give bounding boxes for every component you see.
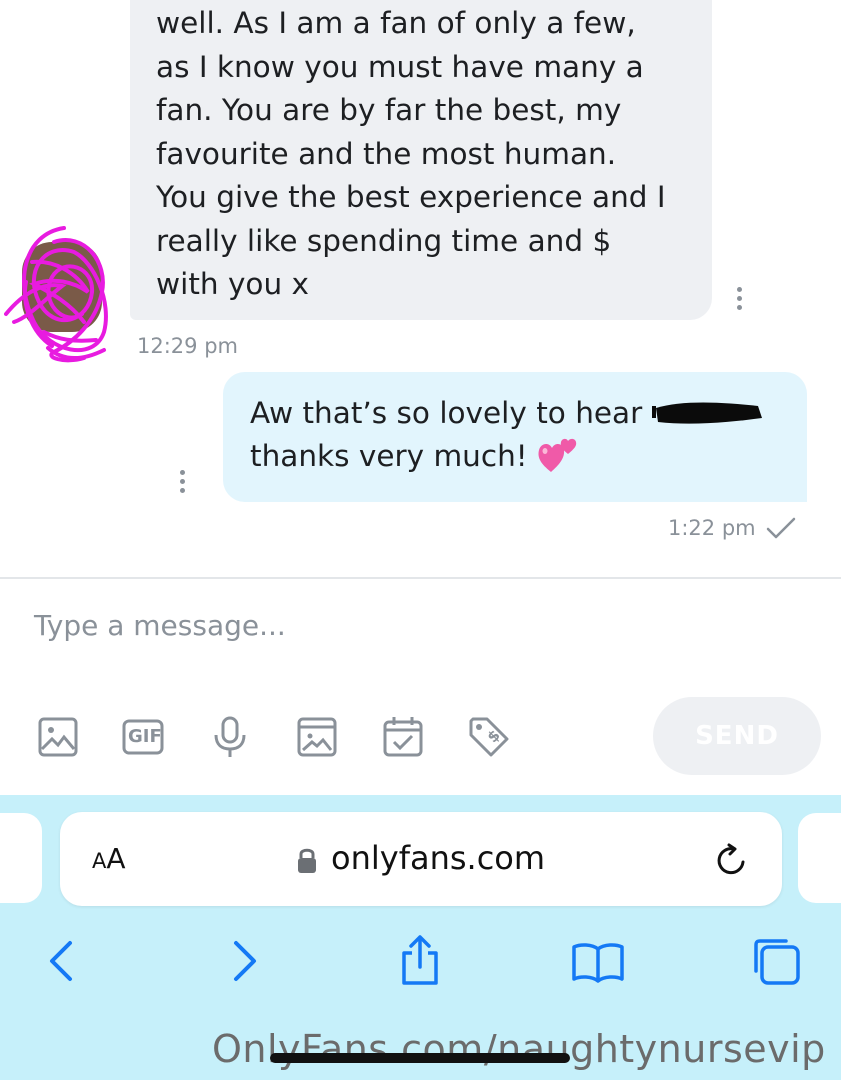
two-hearts-emoji-icon (538, 438, 577, 472)
incoming-message-line: with you x (156, 267, 310, 301)
incoming-message-line: favourite and the most human. (156, 136, 617, 171)
chat-thread: well. As I am a fan of only a few, as I … (0, 0, 841, 578)
url-text[interactable]: onlyfans.com (331, 839, 545, 877)
text-size-button[interactable]: AA (92, 842, 126, 875)
forward-icon[interactable] (216, 933, 272, 989)
vault-media-icon[interactable] (295, 715, 339, 759)
share-icon[interactable] (392, 933, 448, 989)
outgoing-message-line: thanks very much! (250, 435, 787, 478)
back-icon[interactable] (34, 933, 90, 989)
next-tab-card[interactable] (798, 813, 841, 903)
schedule-calendar-icon[interactable] (381, 715, 425, 759)
previous-tab-card[interactable] (0, 813, 42, 903)
incoming-message-time: 12:29 pm (137, 334, 238, 358)
incoming-message-bubble: well. As I am a fan of only a few, as I … (130, 0, 712, 320)
reload-icon[interactable] (714, 842, 750, 878)
address-bar[interactable]: AA onlyfans.com (60, 812, 782, 906)
watermark-text: OnlyFans.com/naughtynursevip (212, 1027, 826, 1071)
price-tag-icon[interactable]: $ (467, 715, 511, 759)
message-composer: Type a message... GIF $ SEND (0, 577, 841, 795)
gif-icon[interactable]: GIF (121, 715, 165, 759)
redaction-scribble (651, 402, 762, 424)
lock-icon (298, 848, 316, 873)
outgoing-message-meta: 1:22 pm (668, 515, 798, 541)
gif-label: GIF (128, 726, 162, 747)
bookmarks-icon[interactable] (570, 933, 626, 989)
incoming-message-line: as I know you must have many a (156, 49, 644, 84)
incoming-message-line: well. As I am a fan of only a few, (156, 6, 636, 40)
outgoing-message-bubble: Aw that’s so lovely to hear thanks very … (223, 372, 807, 502)
avatar[interactable] (4, 222, 112, 368)
outgoing-message-time: 1:22 pm (668, 516, 756, 540)
text-size-small-a: A (92, 849, 107, 873)
incoming-message-line: fan. You are by far the best, my (156, 93, 622, 127)
home-indicator[interactable] (270, 1053, 570, 1063)
incoming-message-line: really like spending time and $ (156, 223, 612, 258)
outgoing-message-text: thanks very much! (250, 439, 528, 473)
image-icon[interactable] (36, 715, 80, 759)
tabs-icon[interactable] (748, 933, 804, 989)
outgoing-message-line: Aw that’s so lovely to hear (250, 392, 787, 435)
send-button[interactable]: SEND (653, 697, 821, 775)
microphone-icon[interactable] (208, 715, 252, 759)
incoming-message-line: You give the best experience and I (156, 180, 666, 214)
read-check-icon (766, 517, 795, 539)
message-input[interactable]: Type a message... (34, 609, 286, 642)
outgoing-message-options-icon[interactable] (178, 470, 186, 497)
outgoing-message-text: Aw that’s so lovely to hear (250, 396, 643, 430)
incoming-message-options-icon[interactable] (735, 287, 743, 314)
text-size-large-a: A (106, 842, 126, 875)
